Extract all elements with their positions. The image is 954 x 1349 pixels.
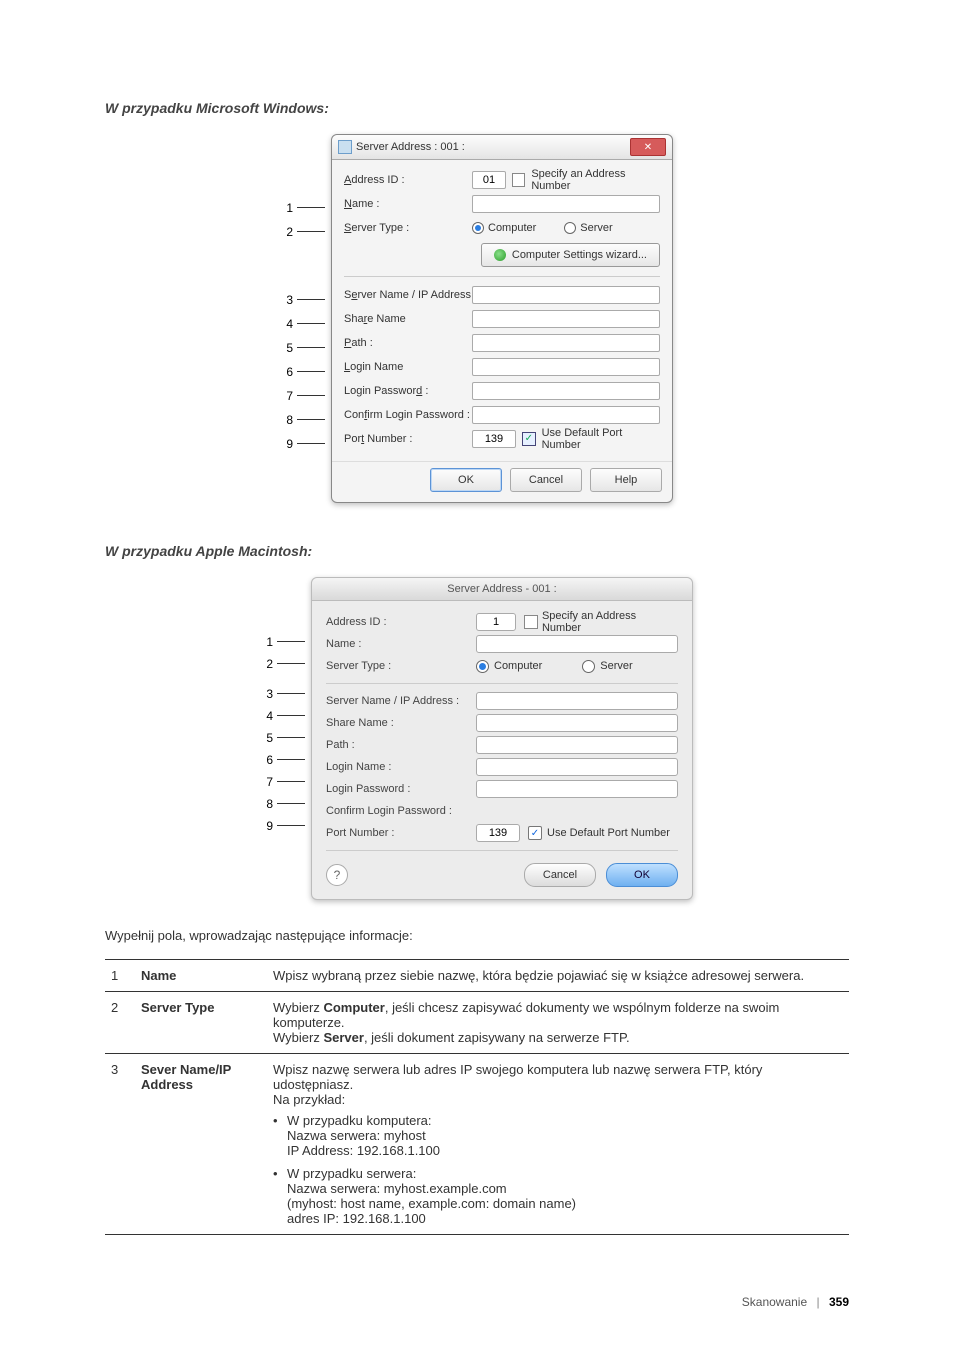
wizard-icon [494,249,506,261]
heading-mac: W przypadku Apple Macintosh: [105,543,849,559]
login-password-input[interactable] [472,382,660,400]
mac-use-default-port-checkbox[interactable]: ✓ [528,826,542,840]
mac-server-type-label: Server Type : [326,660,476,672]
login-name-label: Login Name [344,361,472,373]
mac-login-password-label: Login Password : [326,783,476,795]
mac-path-label: Path : [326,739,476,751]
path-input[interactable] [472,334,660,352]
mac-server-name-input[interactable] [476,692,678,710]
confirm-password-input[interactable] [472,406,660,424]
mac-callouts: 1 2 3 4 5 6 7 8 9 [261,577,305,837]
win-title-text: Server Address : 001 : [356,141,465,153]
windows-dialog: Server Address : 001 : ✕ AAddress ID :dd… [331,134,673,503]
field-description-table: 1 Name Wpisz wybraną przez siebie nazwę,… [105,959,849,1235]
mac-radio-server[interactable] [582,660,595,673]
address-id-input[interactable] [472,171,506,189]
row2-desc: Wybierz Computer, jeśli chcesz zapisywać… [267,992,849,1054]
mac-path-input[interactable] [476,736,678,754]
path-label: Path : [344,337,472,349]
row1-title: Name [135,960,267,992]
row3-num: 3 [105,1054,135,1235]
row2-title: Server Type [135,992,267,1054]
mac-dialog-figure: 1 2 3 4 5 6 7 8 9 Server Address - 001 :… [105,577,849,900]
mac-share-name-label: Share Name : [326,717,476,729]
mac-specify-label: Specify an Address Number [542,610,678,634]
row3-desc: Wpisz nazwę serwera lub adres IP swojego… [267,1054,849,1235]
page-footer: Skanowanie | 359 [105,1295,849,1309]
name-input[interactable] [472,195,660,213]
row1-num: 1 [105,960,135,992]
heading-windows: W przypadku Microsoft Windows: [105,100,849,116]
row1-desc: Wpisz wybraną przez siebie nazwę, która … [267,960,849,992]
mac-help-button[interactable]: ? [326,864,348,886]
help-button[interactable]: Help [590,468,662,492]
confirm-password-label: Confirm Login Password : [344,409,472,421]
mac-dialog: Server Address - 001 : Address ID : Spec… [311,577,693,900]
login-password-label: Login Password : [344,385,472,397]
port-label: Port Number : [344,433,472,445]
use-default-port-checkbox[interactable]: ✓ [522,432,536,446]
mac-radio-computer-label: Computer [494,660,542,672]
wizard-button[interactable]: Computer Settings wizard... [481,243,660,267]
radio-server[interactable] [564,222,576,234]
mac-address-id-input[interactable] [476,613,516,631]
mac-cancel-button[interactable]: Cancel [524,863,596,887]
mac-confirm-password-label: Confirm Login Password : [326,805,476,817]
mac-title-text: Server Address - 001 : [312,578,692,601]
win-callouts: 1 2 3 4 5 6 7 8 9 [281,134,325,456]
share-name-label: Share Name [344,313,472,325]
mac-address-id-label: Address ID : [326,616,476,628]
mac-login-name-label: Login Name : [326,761,476,773]
server-name-input[interactable] [472,286,660,304]
specify-address-label: Specify an Address Number [531,168,660,192]
close-icon[interactable]: ✕ [630,138,666,156]
mac-name-label: Name : [326,638,476,650]
name-label: Name : [344,198,472,210]
row2-num: 2 [105,992,135,1054]
login-name-input[interactable] [472,358,660,376]
radio-computer-label: Computer [488,222,536,234]
mac-login-password-input[interactable] [476,780,678,798]
mac-radio-computer[interactable] [476,660,489,673]
mac-ok-button[interactable]: OK [606,863,678,887]
mac-name-input[interactable] [476,635,678,653]
mac-share-name-input[interactable] [476,714,678,732]
mac-specify-checkbox[interactable] [524,615,538,629]
mac-port-input[interactable] [476,824,520,842]
specify-address-checkbox[interactable] [512,173,525,187]
mac-port-label: Port Number : [326,827,476,839]
radio-computer[interactable] [472,222,484,234]
wizard-button-label: Computer Settings wizard... [512,249,647,261]
cancel-button[interactable]: Cancel [510,468,582,492]
mac-server-name-label: Server Name / IP Address : [326,695,476,707]
radio-server-label: Server [580,222,612,234]
use-default-port-label: Use Default Port Number [542,427,660,451]
footer-label: Skanowanie [742,1295,807,1309]
mac-use-default-port-label: Use Default Port Number [547,827,670,839]
windows-dialog-figure: 1 2 3 4 5 6 7 8 9 Server Address : 001 :… [105,134,849,503]
app-icon [338,140,352,154]
mac-login-name-input[interactable] [476,758,678,776]
port-number-input[interactable] [472,430,516,448]
win-titlebar: Server Address : 001 : ✕ [332,135,672,160]
mac-radio-server-label: Server [600,660,632,672]
server-type-label: Server Type : [344,222,472,234]
intro-text: Wypełnij pola, wprowadzając następujące … [105,928,849,943]
server-name-label: Server Name / IP Address : [344,289,472,301]
page-number: 359 [829,1295,849,1309]
row3-title: Sever Name/IP Address [135,1054,267,1235]
share-name-input[interactable] [472,310,660,328]
address-id-label: AAddress ID :ddress ID : [344,174,472,186]
ok-button[interactable]: OK [430,468,502,492]
